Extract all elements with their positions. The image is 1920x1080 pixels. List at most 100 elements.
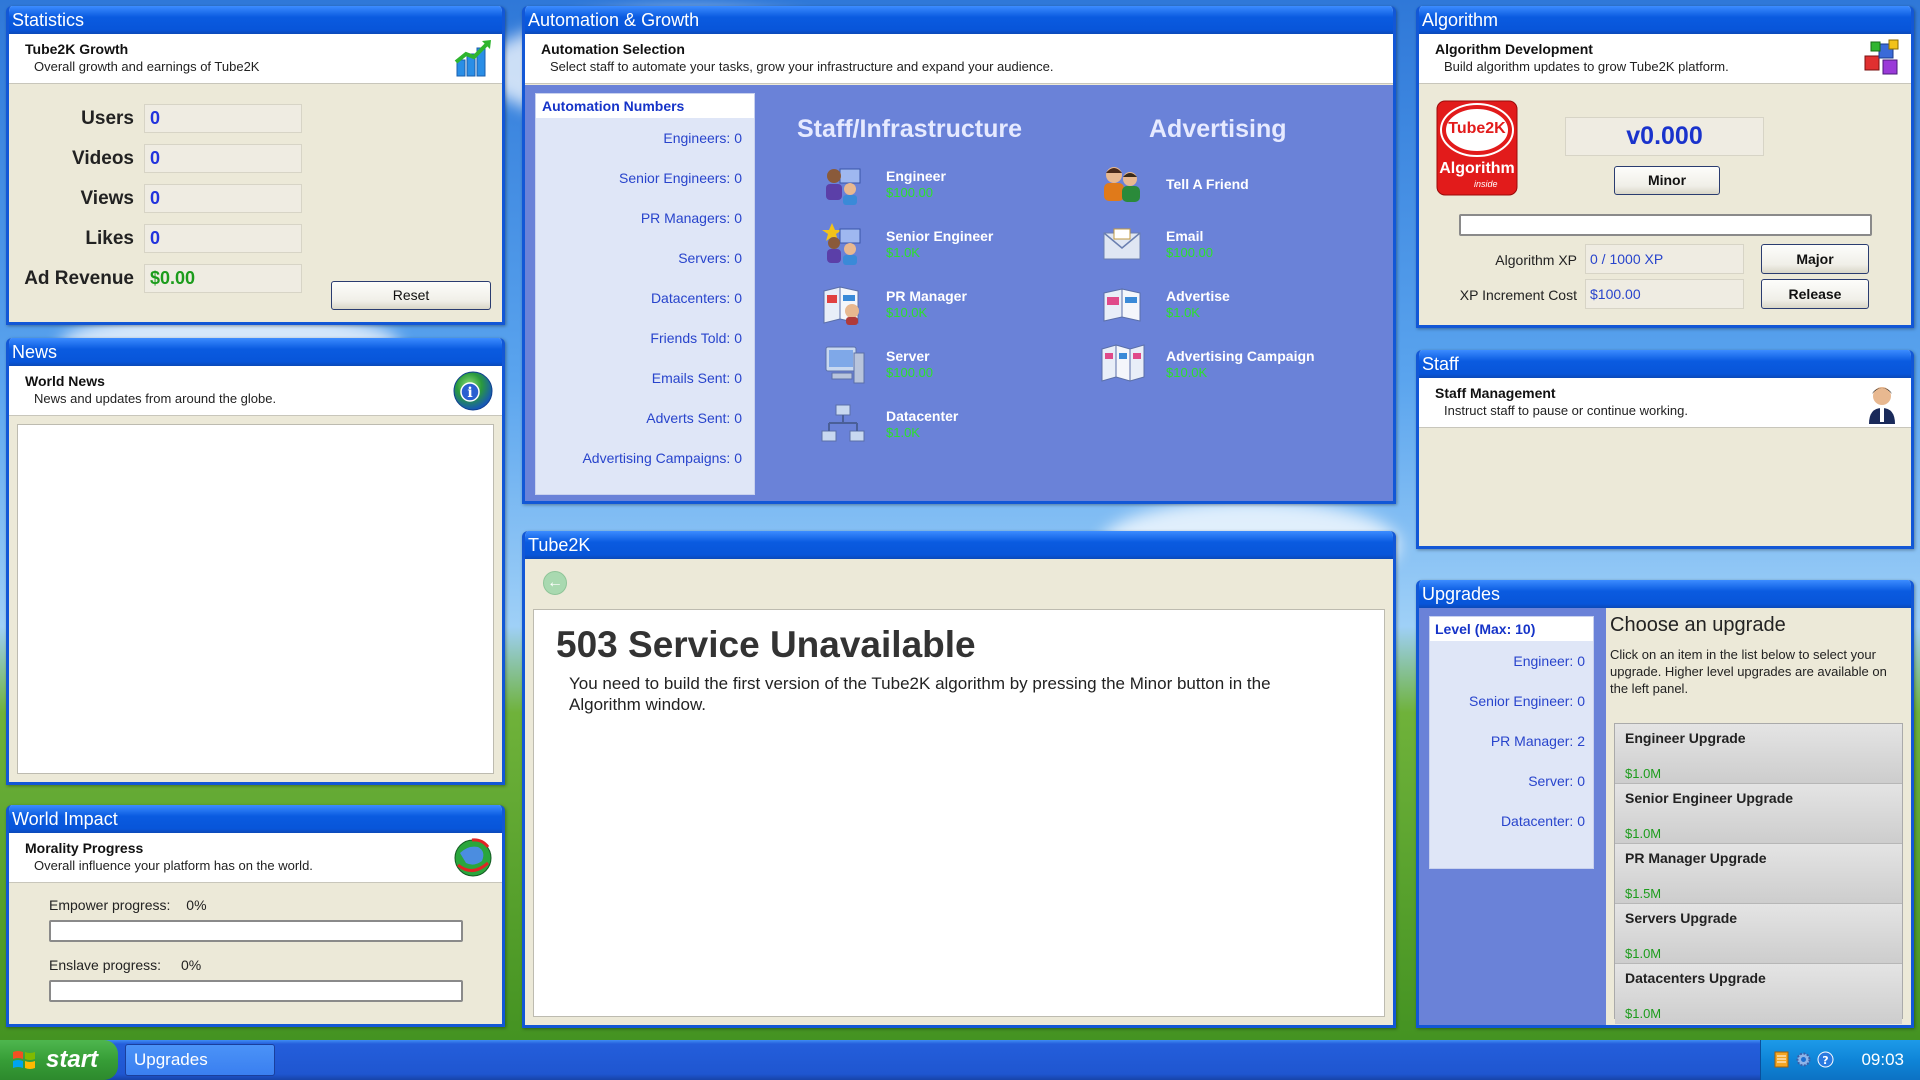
stat-label: Views xyxy=(80,187,134,209)
choose-upgrade-title: Choose an upgrade xyxy=(1610,614,1786,636)
world-impact-titlebar[interactable]: World Impact xyxy=(9,805,502,833)
automation-header: Automation Selection Select staff to aut… xyxy=(525,34,1393,84)
upgrade-name: PR Manager Upgrade xyxy=(1625,850,1767,866)
send-email-button[interactable]: Email $100.00 xyxy=(1098,221,1213,267)
statistics-titlebar[interactable]: Statistics xyxy=(9,6,502,34)
major-button[interactable]: Major xyxy=(1761,244,1869,274)
minor-button[interactable]: Minor xyxy=(1614,166,1720,195)
staff-infrastructure-heading: Staff/Infrastructure xyxy=(797,115,1023,143)
stat-row-videos: Videos 0 xyxy=(9,144,302,173)
item-name: PR Manager xyxy=(886,288,967,304)
upgrade-price: $1.0M xyxy=(1625,1006,1662,1021)
automation-window: Automation & Growth Automation Selection… xyxy=(522,6,1396,504)
stat-row-ad-revenue: Ad Revenue $0.00 xyxy=(9,264,302,293)
engineer-icon xyxy=(826,168,861,205)
advertising-campaign-icon xyxy=(1101,344,1145,382)
enslave-label-text: Enslave progress: xyxy=(49,957,162,973)
pr-manager-upgrade-item[interactable]: PR Manager Upgrade $1.5M xyxy=(1615,844,1902,904)
advertising-campaign-button[interactable]: Advertising Campaign $10.0K xyxy=(1098,341,1315,387)
email-icon xyxy=(1103,228,1141,260)
algorithm-header: Algorithm Development Build algorithm up… xyxy=(1419,34,1911,84)
staff-header-subtitle: Instruct staff to pause or continue work… xyxy=(1444,403,1689,418)
upgrades-titlebar[interactable]: Upgrades xyxy=(1419,580,1911,608)
staff-header: Staff Management Instruct staff to pause… xyxy=(1419,378,1911,428)
gear-icon[interactable] xyxy=(1795,1051,1812,1068)
start-button[interactable]: start xyxy=(0,1040,118,1080)
list-item: Friends Told: 0 xyxy=(650,330,742,346)
stat-label: Likes xyxy=(85,227,134,249)
release-button[interactable]: Release xyxy=(1761,279,1869,309)
empower-progress-bar xyxy=(49,920,463,942)
algorithm-progress-bar xyxy=(1459,214,1872,236)
tube2k-titlebar[interactable]: Tube2K xyxy=(525,531,1393,559)
logo-bottom-text: Algorithm xyxy=(1439,160,1515,177)
item-price: $100.00 xyxy=(886,365,933,380)
buy-server-button[interactable]: Server $100.00 xyxy=(818,341,933,387)
buy-pr-manager-button[interactable]: PR Manager $10.0K xyxy=(818,281,967,327)
algorithm-titlebar[interactable]: Algorithm xyxy=(1419,6,1911,34)
system-tray: ? 09:03 xyxy=(1760,1040,1920,1080)
tell-a-friend-icon xyxy=(1104,167,1140,202)
upgrade-chooser: Choose an upgrade Click on an item in th… xyxy=(1606,608,1911,1025)
upgrade-name: Engineer Upgrade xyxy=(1625,730,1746,746)
news-titlebar[interactable]: News xyxy=(9,338,502,366)
list-item: Engineer: 0 xyxy=(1513,653,1585,669)
news-feed[interactable] xyxy=(17,424,494,774)
algorithm-logo: Tube2K Algorithm inside xyxy=(1436,100,1518,196)
buy-datacenter-button[interactable]: Datacenter $1.0K xyxy=(818,401,958,447)
stat-label: Ad Revenue xyxy=(24,267,134,289)
logo-small-text: inside xyxy=(1474,179,1498,189)
advertise-icon xyxy=(1103,288,1141,322)
back-button[interactable]: ← xyxy=(543,571,567,595)
upgrades-body: Level (Max: 10) Engineer: 0 Senior Engin… xyxy=(1419,608,1911,1025)
list-item: Datacenters: 0 xyxy=(650,290,742,306)
world-impact-header: Morality Progress Overall influence your… xyxy=(9,833,502,883)
datacenters-upgrade-item[interactable]: Datacenters Upgrade $1.0M xyxy=(1615,964,1902,1024)
xp-increment-cost-value: $100.00 xyxy=(1585,279,1744,309)
list-item: Senior Engineer: 0 xyxy=(1469,693,1585,709)
empower-label-text: Empower progress: xyxy=(49,897,171,913)
senior-engineer-icon xyxy=(822,223,861,265)
senior-engineer-upgrade-item[interactable]: Senior Engineer Upgrade $1.0M xyxy=(1615,784,1902,844)
help-icon[interactable]: ? xyxy=(1817,1051,1834,1068)
videos-value: 0 xyxy=(144,144,302,173)
staff-window: Staff Staff Management Instruct staff to… xyxy=(1416,350,1914,549)
staff-titlebar[interactable]: Staff xyxy=(1419,350,1911,378)
tube2k-window: Tube2K ← 503 Service Unavailable You nee… xyxy=(522,531,1396,1028)
tube2k-toolbar: ← xyxy=(525,559,1393,609)
automation-header-subtitle: Select staff to automate your tasks, gro… xyxy=(550,59,1054,74)
automation-titlebar[interactable]: Automation & Growth xyxy=(525,6,1393,34)
engineer-upgrade-item[interactable]: Engineer Upgrade $1.0M xyxy=(1615,724,1902,784)
item-price: $100.00 xyxy=(886,185,933,200)
algorithm-xp-label: Algorithm XP xyxy=(1495,252,1577,268)
item-name: Advertise xyxy=(1166,288,1230,304)
likes-value: 0 xyxy=(144,224,302,253)
buy-engineer-button[interactable]: Engineer $100.00 xyxy=(818,161,946,207)
list-item: Servers: 0 xyxy=(678,250,742,266)
servers-upgrade-item[interactable]: Servers Upgrade $1.0M xyxy=(1615,904,1902,964)
taskbar-item-upgrades[interactable]: Upgrades xyxy=(125,1044,275,1076)
algorithm-header-subtitle: Build algorithm updates to grow Tube2K p… xyxy=(1444,59,1729,74)
list-item: PR Manager: 2 xyxy=(1490,733,1585,749)
item-price: $1.0K xyxy=(1166,305,1200,320)
automation-numbers-title: Automation Numbers xyxy=(536,94,754,118)
upgrade-name: Senior Engineer Upgrade xyxy=(1625,790,1794,806)
automation-header-title: Automation Selection xyxy=(541,41,685,57)
tell-a-friend-button[interactable]: Tell A Friend xyxy=(1098,161,1249,207)
algorithm-version: v0.000 xyxy=(1565,117,1764,156)
cubes-icon xyxy=(1864,39,1899,75)
upgrade-name: Datacenters Upgrade xyxy=(1625,970,1766,986)
statistics-window: Statistics Tube2K Growth Overall growth … xyxy=(6,6,505,325)
list-item: Emails Sent: 0 xyxy=(651,370,742,386)
reset-button[interactable]: Reset xyxy=(331,281,491,310)
svg-text:i: i xyxy=(467,385,472,401)
advertise-button[interactable]: Advertise $1.0K xyxy=(1098,281,1230,327)
notes-icon[interactable] xyxy=(1773,1051,1790,1068)
upgrade-price: $1.0M xyxy=(1625,946,1662,961)
enslave-progress-label: Enslave progress: 0% xyxy=(49,957,201,973)
statistics-header-subtitle: Overall growth and earnings of Tube2K xyxy=(34,59,260,74)
item-price: $100.00 xyxy=(1166,245,1213,260)
empower-progress-label: Empower progress: 0% xyxy=(49,897,207,913)
empower-value: 0% xyxy=(186,897,207,913)
buy-senior-engineer-button[interactable]: Senior Engineer $1.0K xyxy=(818,221,993,267)
